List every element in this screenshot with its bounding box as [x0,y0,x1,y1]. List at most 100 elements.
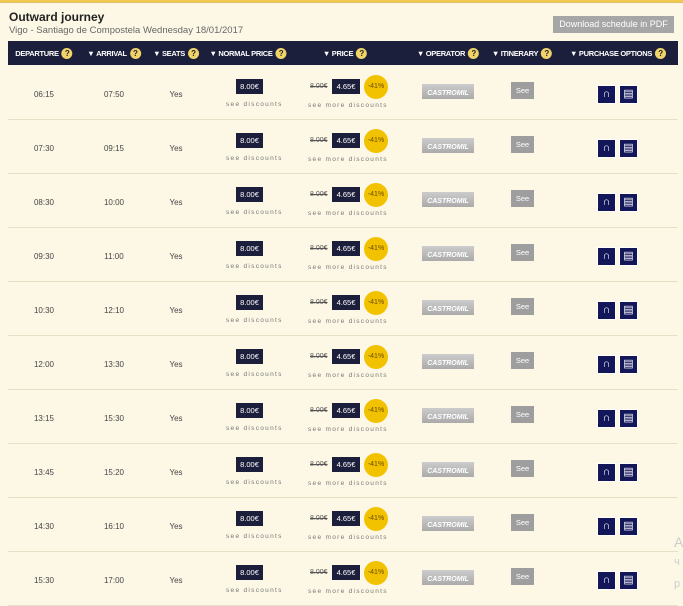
column-header-sort[interactable]: DEPARTURE? [15,41,73,65]
departure-time: 08:30 [33,198,55,207]
bus-ticket-icon[interactable]: ▤ [619,193,638,212]
itinerary-see-button[interactable]: See [511,190,534,207]
see-discounts-link[interactable]: see discounts [226,587,283,594]
see-more-discounts-link[interactable]: see more discounts [308,210,388,217]
operator-logo: CASTROMIL [422,246,474,261]
see-more-discounts-link[interactable]: see more discounts [308,102,388,109]
see-discounts-link[interactable]: see discounts [226,209,283,216]
operator-logo: CASTROMIL [422,516,474,531]
cutoff-text: ч [674,556,680,568]
column-header-sort[interactable]: ▼ ITINERARY? [492,41,553,65]
discount-badge: -41% [364,75,388,99]
see-more-discounts-link[interactable]: see more discounts [308,372,388,379]
seats-available: Yes [169,522,183,531]
station-ticket-icon[interactable]: ∩ [597,85,616,104]
itinerary-see-button[interactable]: See [511,82,534,99]
bus-ticket-icon[interactable]: ▤ [619,409,638,428]
bus-ticket-icon[interactable]: ▤ [619,355,638,374]
station-ticket-icon[interactable]: ∩ [597,301,616,320]
departure-time: 13:15 [33,414,55,423]
see-discounts-link[interactable]: see discounts [226,425,283,432]
normal-price-badge: 8.00€ [236,187,263,202]
station-ticket-icon[interactable]: ∩ [597,247,616,266]
help-icon[interactable]: ? [129,47,141,59]
column-header-sort[interactable]: ▼ PURCHASE OPTIONS? [570,41,667,65]
help-icon[interactable]: ? [187,47,199,59]
see-discounts-link[interactable]: see discounts [226,317,283,324]
bus-ticket-icon[interactable]: ▤ [619,85,638,104]
bus-ticket-icon[interactable]: ▤ [619,247,638,266]
discount-badge: -41% [364,399,388,423]
itinerary-see-button[interactable]: See [511,298,534,315]
table-header: DEPARTURE? ▼ ARRIVAL? ▼ SEATS? ▼ NORMAL PRI… [8,41,678,65]
itinerary-see-button[interactable]: See [511,136,534,153]
departure-time: 14:30 [33,522,55,531]
station-ticket-icon[interactable]: ∩ [597,355,616,374]
bus-ticket-icon[interactable]: ▤ [619,139,638,158]
see-discounts-link[interactable]: see discounts [226,263,283,270]
table-row: 06:15 07:50 Yes 8.00€ see discounts 8.00… [8,66,678,120]
departure-time: 09:30 [33,252,55,261]
see-discounts-link[interactable]: see discounts [226,479,283,486]
see-more-discounts-link[interactable]: see more discounts [308,588,388,595]
old-price: 8.00€ [310,569,328,576]
station-ticket-icon[interactable]: ∩ [597,139,616,158]
operator-logo: CASTROMIL [422,300,474,315]
bus-ticket-icon[interactable]: ▤ [619,301,638,320]
help-icon[interactable]: ? [275,47,287,59]
help-icon[interactable]: ? [356,47,368,59]
help-icon[interactable]: ? [61,47,73,59]
station-ticket-icon[interactable]: ∩ [597,517,616,536]
arrival-time: 17:00 [103,576,125,585]
see-discounts-link[interactable]: see discounts [226,155,283,162]
see-discounts-link[interactable]: see discounts [226,101,283,108]
chevron-down-icon: ▼ [416,48,426,58]
departure-time: 13:45 [33,468,55,477]
itinerary-see-button[interactable]: See [511,514,534,531]
column-header-sort[interactable]: ▼ NORMAL PRICE? [209,41,287,65]
see-discounts-link[interactable]: see discounts [226,371,283,378]
column-header-sort[interactable]: ▼ OPERATOR? [416,41,480,65]
see-more-discounts-link[interactable]: see more discounts [308,426,388,433]
see-more-discounts-link[interactable]: see more discounts [308,264,388,271]
see-more-discounts-link[interactable]: see more discounts [308,156,388,163]
cutoff-text: p [674,578,681,590]
see-discounts-link[interactable]: see discounts [226,533,283,540]
see-more-discounts-link[interactable]: see more discounts [308,318,388,325]
itinerary-see-button[interactable]: See [511,352,534,369]
see-more-discounts-link[interactable]: see more discounts [308,480,388,487]
itinerary-see-button[interactable]: See [511,406,534,423]
operator-logo: CASTROMIL [422,408,474,423]
station-ticket-icon[interactable]: ∩ [597,193,616,212]
itinerary-see-button[interactable]: See [511,568,534,585]
departure-time: 15:30 [33,576,55,585]
price-badge: 4.65€ [332,457,360,472]
arrival-time: 07:50 [103,90,125,99]
arrival-time: 09:15 [103,144,125,153]
departure-time: 06:15 [33,90,55,99]
column-header-sort[interactable]: ▼ SEATS? [153,41,199,65]
table-row: 09:30 11:00 Yes 8.00€ see discounts 8.00… [8,228,678,282]
old-price: 8.00€ [310,353,328,360]
help-icon[interactable]: ? [541,47,553,59]
bus-ticket-icon[interactable]: ▤ [619,463,638,482]
bus-ticket-icon[interactable]: ▤ [619,571,638,590]
discount-badge: -41% [364,183,388,207]
bus-ticket-icon[interactable]: ▤ [619,517,638,536]
download-pdf-button[interactable]: Download schedule in PDF [553,16,674,33]
column-header-sort[interactable]: ▼ ARRIVAL? [87,41,141,65]
discount-badge: -41% [364,561,388,585]
help-icon[interactable]: ? [468,47,480,59]
station-ticket-icon[interactable]: ∩ [597,571,616,590]
station-ticket-icon[interactable]: ∩ [597,463,616,482]
chevron-down-icon: ▼ [209,48,219,58]
see-more-discounts-link[interactable]: see more discounts [308,534,388,541]
table-row: 08:30 10:00 Yes 8.00€ see discounts 8.00… [8,174,678,228]
normal-price-badge: 8.00€ [236,133,263,148]
station-ticket-icon[interactable]: ∩ [597,409,616,428]
column-header-sort[interactable]: ▼ PRICE? [323,41,368,65]
table-row: 10:30 12:10 Yes 8.00€ see discounts 8.00… [8,282,678,336]
itinerary-see-button[interactable]: See [511,460,534,477]
help-icon[interactable]: ? [655,47,667,59]
itinerary-see-button[interactable]: See [511,244,534,261]
